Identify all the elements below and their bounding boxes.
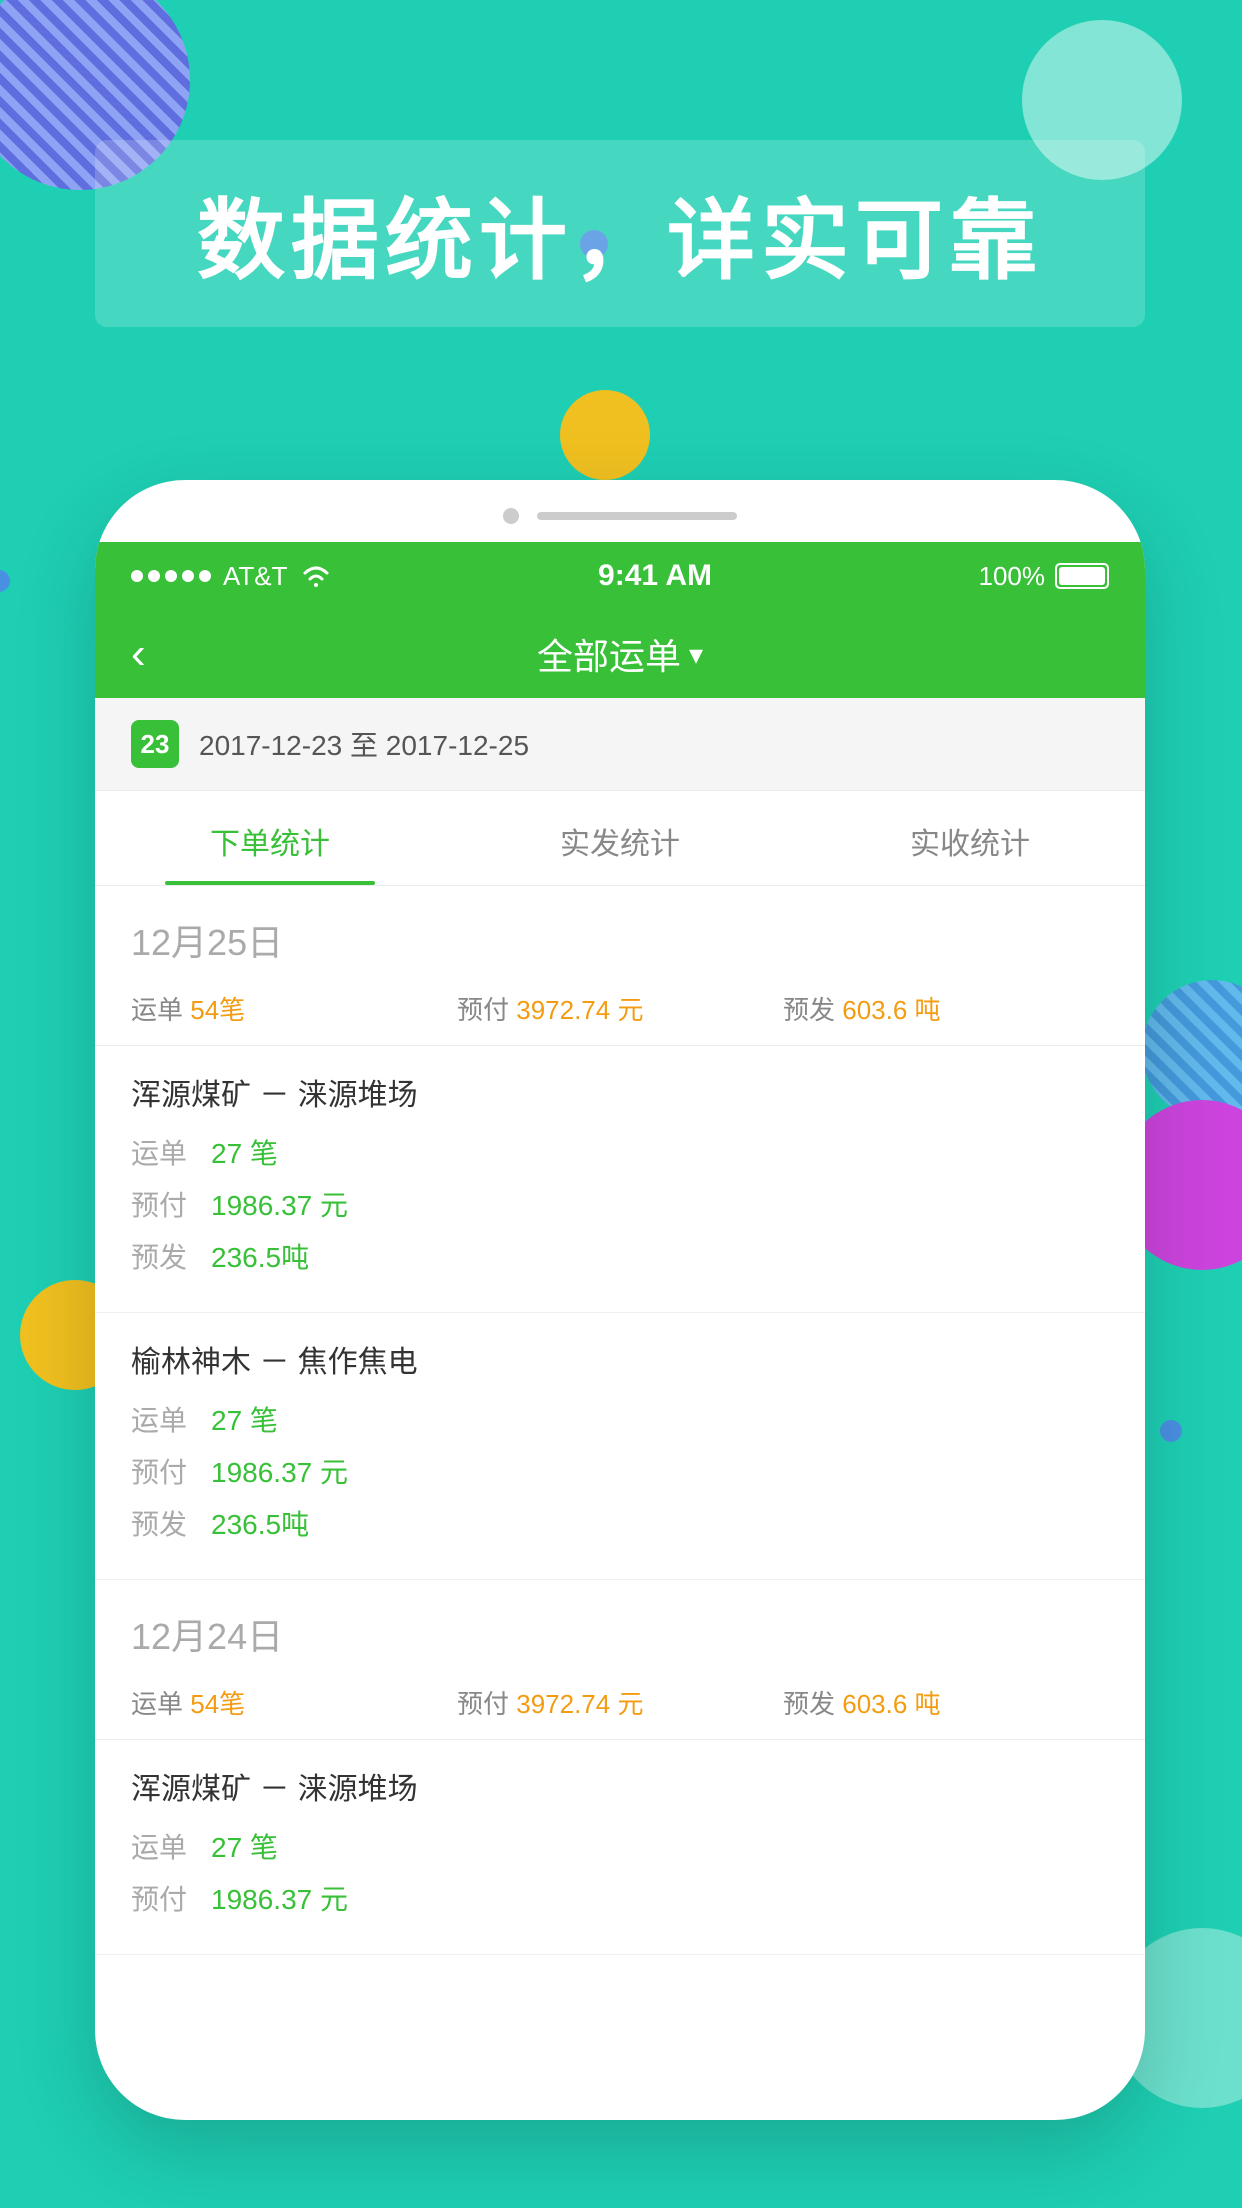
phone-notch-area <box>95 480 1145 542</box>
nav-bar: ‹ 全部运单 ▾ <box>95 610 1145 698</box>
status-left: AT&T <box>131 561 332 592</box>
bg-dot-blue3 <box>1160 1420 1182 1442</box>
route-stat-dispatch-1-2: 预发 236.5吨 <box>131 1503 1109 1543</box>
prepay-label: 预付 <box>131 1184 201 1224</box>
summary-prepay-1: 预付 3972.74 元 <box>457 990 783 1027</box>
status-time: 9:41 AM <box>598 559 712 593</box>
orders-label-2: 运单 <box>131 1399 201 1439</box>
date-section-summary-1: 运单 54笔 预付 3972.74 元 预发 603.6 吨 <box>95 980 1145 1046</box>
route-item-1-2: 榆林神木 － 焦作焦电 运单 27 笔 预付 1986.37 元 预发 236.… <box>95 1313 1145 1580</box>
orders-label: 运单 <box>131 1132 201 1172</box>
back-button[interactable]: ‹ <box>131 629 146 679</box>
bg-circle-rightmid <box>1142 980 1242 1120</box>
tab-receive-stats[interactable]: 实收统计 <box>795 791 1145 885</box>
prepay-label-3: 预付 <box>131 1878 201 1918</box>
date-section-1: 12月25日 运单 54笔 预付 3972.74 元 预发 603.6 吨 浑源… <box>95 886 1145 1580</box>
dispatch-label: 预发 <box>131 1236 201 1276</box>
dispatch-label-2: 预发 <box>131 1503 201 1543</box>
nav-title-text: 全部运单 <box>537 628 681 680</box>
summary-prepay-2: 预付 3972.74 元 <box>457 1684 783 1721</box>
route-stat-prepay-2-1: 预付 1986.37 元 <box>131 1878 1109 1918</box>
battery-percent: 100% <box>978 561 1045 592</box>
status-bar: AT&T 9:41 AM 100% <box>95 542 1145 610</box>
summary-dispatch-2: 预发 603.6 吨 <box>783 1684 1109 1721</box>
content-area: 12月25日 运单 54笔 预付 3972.74 元 预发 603.6 吨 浑源… <box>95 886 1145 1955</box>
route-stat-prepay-1-1: 预付 1986.37 元 <box>131 1184 1109 1224</box>
orders-value-2-1: 27 笔 <box>211 1826 278 1866</box>
route-name-2-1: 浑源煤矿 － 涞源堆场 <box>131 1764 1109 1808</box>
orders-value-1-1: 27 笔 <box>211 1132 278 1172</box>
tab-dispatch-stats[interactable]: 实发统计 <box>445 791 795 885</box>
phone-notch-line <box>537 512 737 520</box>
summary-orders-1: 运单 54笔 <box>131 990 457 1027</box>
date-section-2: 12月24日 运单 54笔 预付 3972.74 元 预发 603.6 吨 浑源… <box>95 1580 1145 1955</box>
wifi-icon <box>300 563 332 589</box>
route-stat-dispatch-1-1: 预发 236.5吨 <box>131 1236 1109 1276</box>
nav-title: 全部运单 ▾ <box>537 628 703 680</box>
route-name-1-1: 浑源煤矿 － 涞源堆场 <box>131 1070 1109 1114</box>
date-filter-bar[interactable]: 23 2017-12-23 至 2017-12-25 <box>95 698 1145 791</box>
dispatch-value-1-2: 236.5吨 <box>211 1503 309 1543</box>
carrier-label: AT&T <box>223 561 288 592</box>
prepay-value-2-1: 1986.37 元 <box>211 1878 348 1918</box>
route-item-2-1: 浑源煤矿 － 涞源堆场 运单 27 笔 预付 1986.37 元 <box>95 1740 1145 1955</box>
prepay-label-2: 预付 <box>131 1451 201 1491</box>
route-stat-orders-2-1: 运单 27 笔 <box>131 1826 1109 1866</box>
headline-text: 数据统计，详实可靠 <box>145 170 1095 297</box>
status-right: 100% <box>978 561 1109 592</box>
date-range-text: 2017-12-23 至 2017-12-25 <box>199 724 529 764</box>
phone-container: AT&T 9:41 AM 100% ‹ 全部运单 ▾ <box>95 480 1145 2120</box>
route-stat-prepay-1-2: 预付 1986.37 元 <box>131 1451 1109 1491</box>
orders-label-3: 运单 <box>131 1826 201 1866</box>
route-name-1-2: 榆林神木 － 焦作焦电 <box>131 1337 1109 1381</box>
route-stat-orders-1-2: 运单 27 笔 <box>131 1399 1109 1439</box>
route-stat-orders-1-1: 运单 27 笔 <box>131 1132 1109 1172</box>
headline-box: 数据统计，详实可靠 <box>95 140 1145 327</box>
route-item-1-1: 浑源煤矿 － 涞源堆场 运单 27 笔 预付 1986.37 元 预发 236.… <box>95 1046 1145 1313</box>
battery-icon <box>1055 563 1109 589</box>
tab-order-stats[interactable]: 下单统计 <box>95 791 445 885</box>
prepay-value-1-2: 1986.37 元 <box>211 1451 348 1491</box>
date-title-2: 12月24日 <box>131 1608 1109 1660</box>
prepay-value-1-1: 1986.37 元 <box>211 1184 348 1224</box>
bg-dot-blue2 <box>0 570 10 592</box>
date-title-1: 12月25日 <box>131 914 1109 966</box>
signal-icon <box>131 570 211 582</box>
bg-dot-yellow <box>560 390 650 480</box>
tabs-bar: 下单统计 实发统计 实收统计 <box>95 791 1145 886</box>
nav-dropdown-arrow[interactable]: ▾ <box>689 638 703 671</box>
calendar-icon: 23 <box>131 720 179 768</box>
date-section-header-2: 12月24日 <box>95 1580 1145 1674</box>
phone-notch-dot <box>503 508 519 524</box>
summary-orders-2: 运单 54笔 <box>131 1684 457 1721</box>
date-section-summary-2: 运单 54笔 预付 3972.74 元 预发 603.6 吨 <box>95 1674 1145 1740</box>
summary-dispatch-1: 预发 603.6 吨 <box>783 990 1109 1027</box>
date-section-header-1: 12月25日 <box>95 886 1145 980</box>
phone-shell: AT&T 9:41 AM 100% ‹ 全部运单 ▾ <box>95 480 1145 2120</box>
orders-value-1-2: 27 笔 <box>211 1399 278 1439</box>
dispatch-value-1-1: 236.5吨 <box>211 1236 309 1276</box>
